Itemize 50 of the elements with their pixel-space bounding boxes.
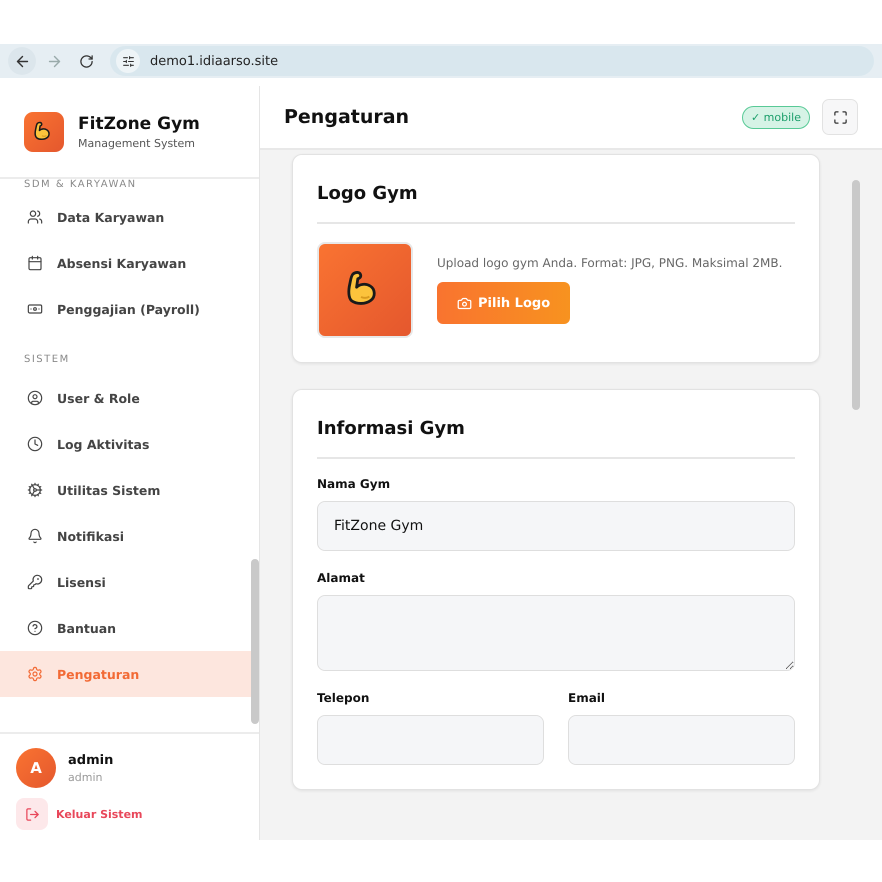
nav-icon: [27, 574, 43, 590]
upload-hint: Upload logo gym Anda. Format: JPG, PNG. Maksimal 2MB.: [437, 256, 782, 270]
nav-item[interactable]: Utilitas Sistem: [0, 467, 251, 513]
user-name: admin: [68, 752, 114, 768]
nav-item[interactable]: Data Karyawan: [0, 194, 251, 240]
field-label: Alamat: [317, 571, 366, 585]
card-title: Informasi Gym: [317, 418, 795, 459]
page-title: Pengaturan: [284, 106, 410, 128]
nav-icon: [27, 528, 43, 544]
field-label: Email: [568, 691, 606, 705]
url-text: demo1.idiaarso.site: [150, 54, 278, 68]
text-field[interactable]: [568, 715, 795, 765]
nav-item[interactable]: Notifikasi: [0, 513, 251, 559]
text-field[interactable]: [317, 715, 544, 765]
nav-icon: [27, 209, 43, 225]
nav-icon: [27, 666, 43, 682]
user-role: admin: [68, 770, 104, 784]
section-heading: SDM & KARYAWAN: [23, 179, 138, 192]
nav-item[interactable]: Log Aktivitas: [0, 421, 251, 467]
logout-link[interactable]: Keluar Sistem: [16, 798, 243, 830]
field-label: Telepon: [317, 691, 370, 705]
address-bar[interactable]: demo1.idiaarso.site: [110, 46, 874, 76]
logout-icon: [16, 798, 48, 830]
brand-name: FitZone Gym: [78, 114, 200, 134]
nav-item[interactable]: User & Role: [0, 375, 251, 421]
back-button[interactable]: [8, 47, 36, 75]
nav-item[interactable]: Penggajian (Payroll): [0, 286, 251, 332]
nav-item[interactable]: Bantuan: [0, 605, 251, 651]
scrollbar-thumb[interactable]: [852, 180, 860, 410]
nav-icon: [27, 390, 43, 406]
nav-icon: [27, 436, 43, 452]
textarea-field[interactable]: [317, 595, 795, 671]
nav-icon: [27, 482, 43, 498]
scrollbar-thumb[interactable]: [251, 559, 259, 724]
field-label: Nama Gym: [317, 477, 392, 491]
site-settings-icon[interactable]: [116, 49, 140, 73]
section-heading: SISTEM: [23, 353, 71, 367]
text-field[interactable]: FitZone Gym: [317, 501, 795, 551]
status-badge: ✓ mobile: [742, 106, 810, 128]
expand-icon: [832, 110, 848, 124]
nav-item[interactable]: Lisensi: [0, 559, 251, 605]
nav-icon: [27, 620, 43, 636]
reload-icon: [78, 54, 94, 68]
nav-item[interactable]: Absensi Karyawan: [0, 240, 251, 286]
brand-subtitle: Management System: [78, 136, 196, 150]
camera-icon: [457, 296, 472, 310]
card-title: Logo Gym: [317, 183, 795, 224]
fullscreen-button[interactable]: [822, 99, 858, 135]
nav-icon: [27, 255, 43, 271]
user-avatar: A: [16, 748, 56, 788]
